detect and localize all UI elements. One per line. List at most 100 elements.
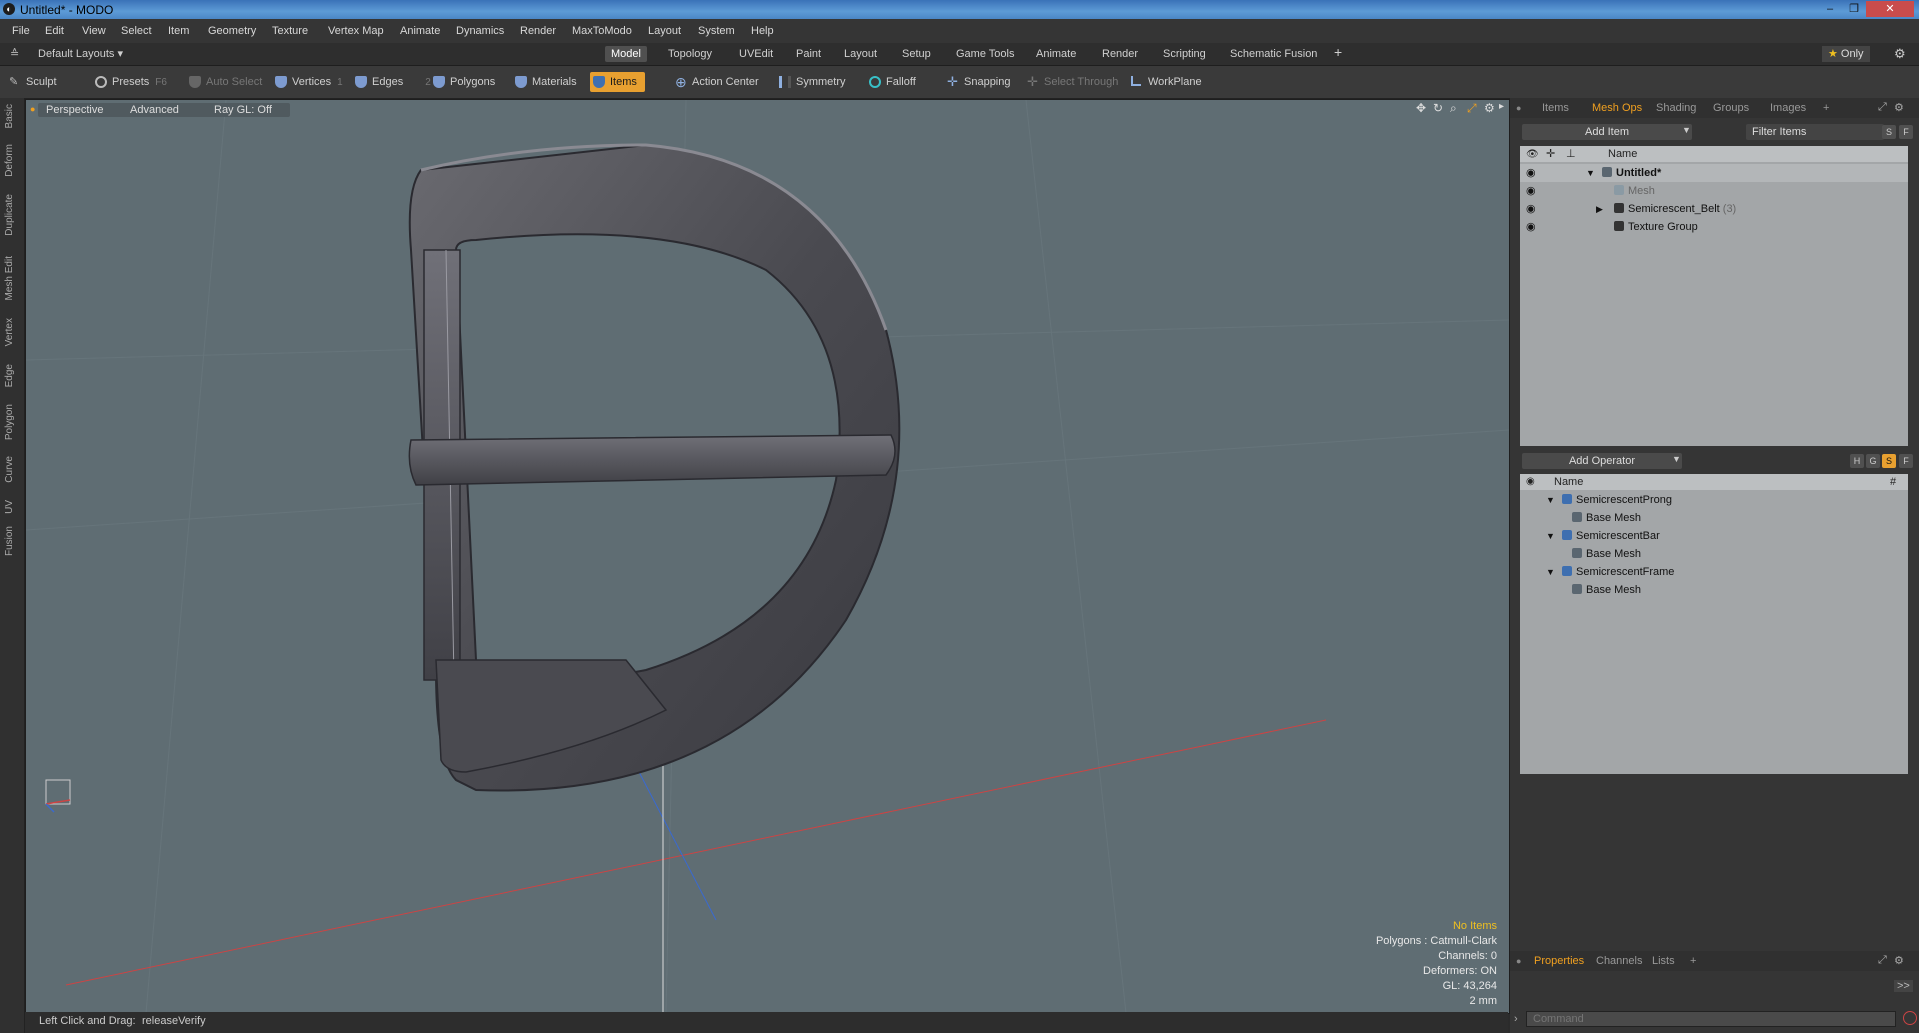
menu-layout[interactable]: Layout (648, 25, 681, 37)
list-item[interactable]: Base Mesh (1520, 581, 1908, 599)
tab-shading[interactable]: Shading (1656, 102, 1696, 114)
tab-polygon[interactable]: Polygon (4, 404, 15, 440)
eye-icon[interactable]: ◉ (1526, 164, 1536, 182)
menu-system[interactable]: System (698, 25, 735, 37)
viewport-menu-icon[interactable]: ● (30, 104, 35, 114)
menu-animate[interactable]: Animate (400, 25, 440, 37)
minimize-icon[interactable]: – (1818, 1, 1842, 17)
tab-channels[interactable]: Channels (1596, 955, 1642, 967)
record-icon[interactable] (1903, 1011, 1917, 1025)
list-item[interactable]: ◉ ▼ Untitled* (1520, 164, 1908, 182)
expand-icon[interactable]: ▼ (1546, 491, 1555, 509)
expand-icon[interactable]: ▼ (1546, 563, 1555, 581)
layout-toggle-icon[interactable]: ≙ (10, 47, 19, 60)
menu-help[interactable]: Help (751, 25, 774, 37)
panel-settings-icon[interactable]: ⚙ (1894, 101, 1904, 114)
tab-scripting[interactable]: Scripting (1157, 46, 1212, 62)
edges-button[interactable]: Edges 2 (352, 72, 431, 92)
close-icon[interactable]: ✕ (1866, 1, 1914, 17)
expand-icon[interactable]: ▼ (1546, 527, 1555, 545)
tab-setup[interactable]: Setup (896, 46, 937, 62)
add-operator-dropdown[interactable]: Add Operator (1522, 453, 1682, 469)
action-center-button[interactable]: ⊕ Action Center (672, 72, 759, 92)
op-s-button[interactable]: S (1882, 454, 1896, 468)
menu-vertex-map[interactable]: Vertex Map (328, 25, 384, 37)
list-item[interactable]: ◉ ▶ Semicrescent_Belt (3) (1520, 200, 1908, 218)
list-item[interactable]: Base Mesh (1520, 545, 1908, 563)
menu-texture[interactable]: Texture (272, 25, 308, 37)
tab-render[interactable]: Render (1096, 46, 1144, 62)
orientation-gizmo[interactable] (45, 779, 71, 813)
command-input[interactable] (1526, 1011, 1896, 1027)
tab-duplicate[interactable]: Duplicate (4, 194, 15, 236)
panel-maximize-icon[interactable]: ⤢ (1878, 101, 1887, 114)
pan-icon[interactable]: ✥ (1416, 101, 1426, 115)
3d-viewport[interactable]: ● Perspective Advanced Ray GL: Off ✥ ↻ ⌕… (25, 99, 1510, 1014)
op-g-button[interactable]: G (1866, 454, 1880, 468)
add-panel-tab[interactable]: + (1823, 102, 1829, 114)
view-type-dropdown[interactable]: Perspective (38, 103, 112, 117)
eye-icon[interactable]: ◉ (1526, 218, 1536, 236)
items-button[interactable]: Items (590, 72, 645, 92)
select-through-button[interactable]: ✛ Select Through (1024, 72, 1118, 92)
list-item[interactable]: ▼ SemicrescentBar (1520, 527, 1908, 545)
auto-select-button[interactable]: Auto Select (186, 72, 262, 92)
panel-settings-icon[interactable]: ⚙ (1894, 954, 1904, 967)
layout-dropdown[interactable]: Default Layouts ▾ (32, 46, 129, 62)
viewport-expand-icon[interactable]: ▸ (1499, 101, 1504, 112)
workplane-button[interactable]: WorkPlane (1128, 72, 1202, 92)
tab-uvedit[interactable]: UVEdit (733, 46, 779, 62)
tab-schematic-fusion[interactable]: Schematic Fusion (1224, 46, 1323, 62)
add-item-chevron-icon[interactable]: ▼ (1682, 125, 1691, 135)
only-toggle[interactable]: ★ Only (1822, 46, 1870, 62)
eye-icon[interactable]: ◉ (1526, 200, 1536, 218)
tab-layout[interactable]: Layout (838, 46, 883, 62)
snapping-button[interactable]: ✛ Snapping (944, 72, 1011, 92)
tab-items[interactable]: Items (1542, 102, 1569, 114)
list-item[interactable]: Base Mesh (1520, 509, 1908, 527)
tab-topology[interactable]: Topology (662, 46, 718, 62)
vertices-button[interactable]: Vertices 1 (272, 72, 343, 92)
tab-properties[interactable]: Properties (1534, 955, 1584, 967)
expand-button[interactable]: >> (1894, 980, 1913, 992)
symmetry-button[interactable]: Symmetry (776, 72, 846, 92)
tab-lists[interactable]: Lists (1652, 955, 1675, 967)
list-item[interactable]: ▼ SemicrescentProng (1520, 491, 1908, 509)
op-f-button[interactable]: F (1899, 454, 1913, 468)
menu-edit[interactable]: Edit (45, 25, 64, 37)
expand-icon[interactable]: ▶ (1596, 200, 1603, 218)
viewport-settings-icon[interactable]: ⚙ (1484, 101, 1495, 115)
tab-animate[interactable]: Animate (1030, 46, 1082, 62)
menu-geometry[interactable]: Geometry (208, 25, 256, 37)
list-item[interactable]: ◉ Texture Group (1520, 218, 1908, 236)
raygl-toggle[interactable]: Ray GL: Off (196, 103, 290, 117)
tab-mesh-ops[interactable]: Mesh Ops (1592, 102, 1642, 114)
tab-uv[interactable]: UV (4, 500, 15, 514)
filter-s-button[interactable]: S (1882, 125, 1896, 139)
list-item[interactable]: ▼ SemicrescentFrame (1520, 563, 1908, 581)
menu-render[interactable]: Render (520, 25, 556, 37)
list-item[interactable]: ◉ Mesh (1520, 182, 1908, 200)
add-item-dropdown[interactable]: Add Item (1522, 124, 1692, 140)
menu-view[interactable]: View (82, 25, 106, 37)
menu-item[interactable]: Item (168, 25, 189, 37)
filter-f-button[interactable]: F (1899, 125, 1913, 139)
tab-images[interactable]: Images (1770, 102, 1806, 114)
add-tab-button[interactable]: + (1328, 44, 1348, 60)
panel-menu-icon[interactable]: ● (1516, 956, 1521, 966)
tab-curve[interactable]: Curve (4, 456, 15, 483)
add-operator-chevron-icon[interactable]: ▼ (1672, 454, 1681, 464)
tab-fusion[interactable]: Fusion (4, 526, 15, 556)
tab-vertex[interactable]: Vertex (4, 318, 15, 346)
expand-icon[interactable]: ▼ (1586, 164, 1595, 182)
fit-icon[interactable]: ⤢ (1467, 101, 1477, 116)
tab-deform[interactable]: Deform (4, 144, 15, 177)
falloff-button[interactable]: Falloff (866, 72, 916, 92)
tab-basic[interactable]: Basic (4, 104, 15, 128)
materials-button[interactable]: Materials (512, 72, 577, 92)
rotate-icon[interactable]: ↻ (1433, 101, 1443, 115)
op-h-button[interactable]: H (1850, 454, 1864, 468)
menu-select[interactable]: Select (121, 25, 152, 37)
tab-mesh-edit[interactable]: Mesh Edit (4, 256, 15, 300)
panel-maximize-icon[interactable]: ⤢ (1878, 954, 1887, 967)
